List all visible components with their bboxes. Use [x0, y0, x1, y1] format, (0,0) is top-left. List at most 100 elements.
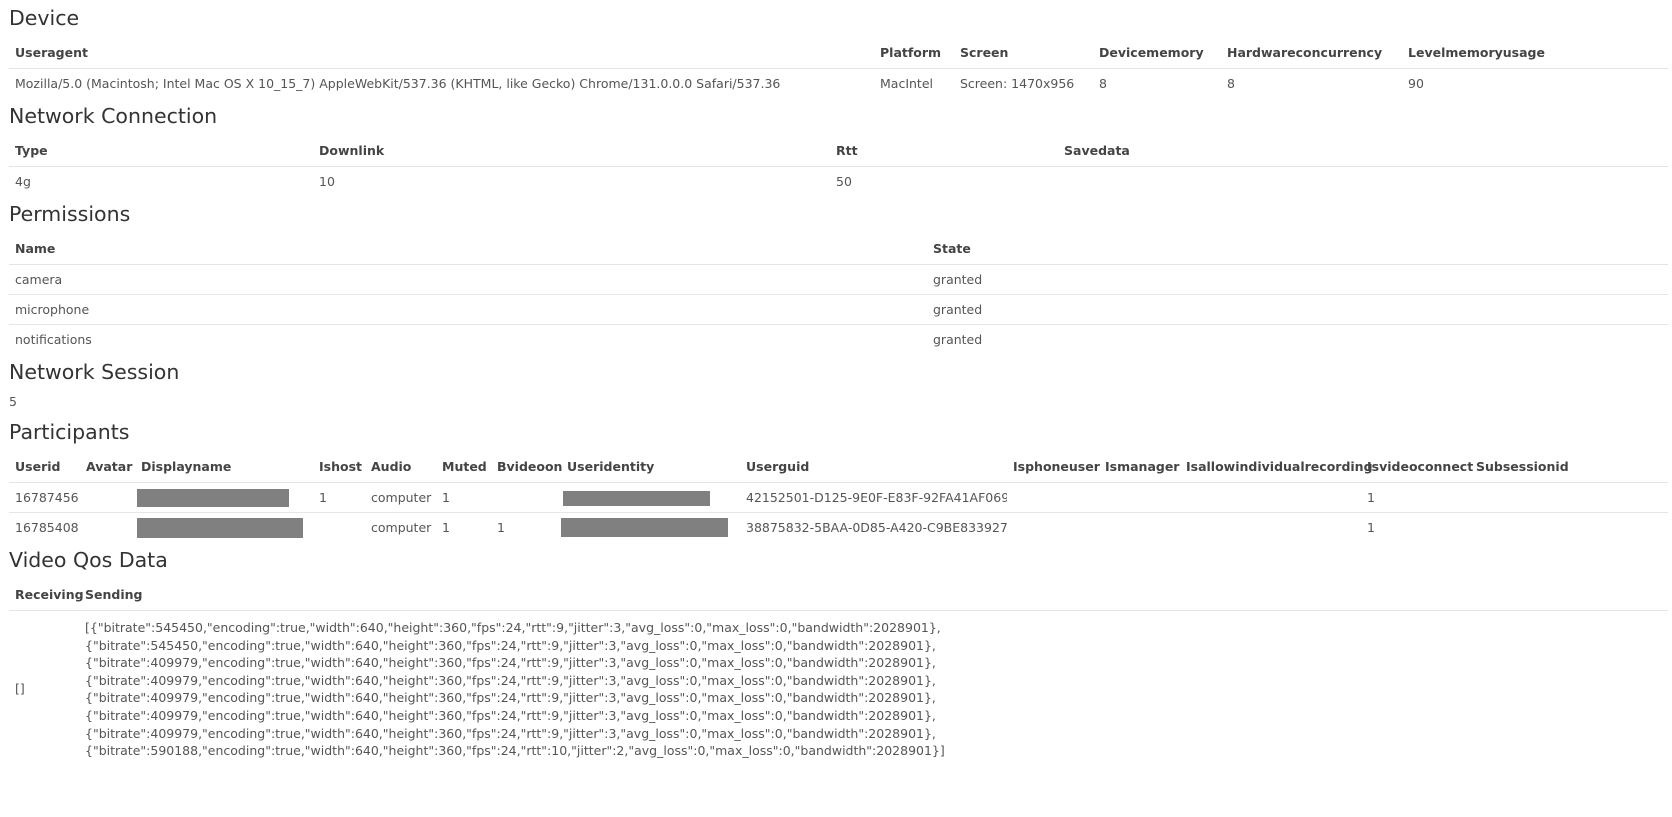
column-header-avatar: Avatar	[80, 450, 135, 483]
column-header-isphoneuser: Isphoneuser	[1007, 450, 1100, 483]
column-header-muted: Muted	[436, 450, 491, 483]
permission-name: microphone	[9, 294, 927, 325]
table-row: 16787456 1 computer 1 42152501-D125-9E0F…	[9, 482, 1668, 513]
column-header-platform: Platform	[874, 36, 954, 69]
audio-value: computer	[371, 520, 432, 535]
table-row: [] [{"bitrate":545450,"encoding":true,"w…	[9, 611, 1668, 766]
type-value: 4g	[15, 174, 31, 189]
devicememory-value: 8	[1099, 76, 1107, 91]
column-header-useragent: Useragent	[9, 36, 874, 69]
sending-value: [{"bitrate":545450,"encoding":true,"widt…	[85, 620, 945, 759]
muted-value: 1	[442, 520, 450, 535]
table-row: 4g 10 50	[9, 167, 1668, 197]
hardwareconcurrency-value: 8	[1227, 76, 1235, 91]
subsessionid-value	[1470, 482, 1668, 513]
column-header-displayname: Displayname	[135, 450, 313, 483]
participants-section-title: Participants	[9, 420, 130, 444]
redaction-block	[137, 488, 289, 507]
displayname-value	[135, 513, 365, 543]
userguid-value: 38875832-5BAA-0D85-A420-C9BE83392748	[746, 520, 1007, 535]
table-row: Mozilla/5.0 (Macintosh; Intel Mac OS X 1…	[9, 69, 1668, 99]
isallowindividualrecording-value	[1180, 482, 1361, 513]
avatar-value	[80, 482, 135, 513]
table-row: microphone granted	[9, 294, 1668, 325]
column-header-ismanager: Ismanager	[1099, 450, 1180, 483]
isallowindividualrecording-value	[1180, 513, 1361, 543]
participants-table: Userid Avatar Displayname Ishost Audio M…	[9, 450, 1668, 542]
device-table: Useragent Platform Screen Devicememory H…	[9, 36, 1668, 98]
audio-value: computer	[365, 482, 436, 513]
ismanager-value	[1099, 482, 1180, 513]
column-header-bvideoon: Bvideoon	[491, 450, 562, 483]
table-header-row: Useragent Platform Screen Devicememory H…	[9, 36, 1668, 69]
avatar-value	[80, 513, 135, 543]
isphoneuser-value	[1007, 482, 1099, 513]
isvideoconnect-value: 1	[1361, 482, 1470, 513]
permission-state: granted	[927, 264, 1668, 295]
userid-value: 16787456	[9, 482, 80, 513]
column-header-subsessionid: Subsessionid	[1470, 450, 1668, 483]
ishost-value: 1	[313, 482, 365, 513]
subsessionid-value	[1470, 513, 1668, 543]
ismanager-value	[1099, 513, 1180, 543]
network-connection-table: Type Downlink Rtt Savedata 4g 10 50	[9, 134, 1668, 196]
isphoneuser-value	[1007, 513, 1099, 543]
column-header-userid: Userid	[9, 450, 80, 483]
column-header-userguid: Userguid	[740, 450, 1007, 483]
column-header-isvideoconnect: Isvideoconnect	[1361, 450, 1473, 483]
platform-value: MacIntel	[880, 76, 933, 91]
useridentity-value	[561, 482, 740, 513]
permissions-table: Name State camera granted microphone gra…	[9, 232, 1668, 354]
column-header-isallowindividualrecording: Isallowindividualrecording	[1180, 450, 1373, 483]
permission-name: camera	[9, 264, 927, 295]
displayname-value	[135, 482, 313, 513]
network-session-section-title: Network Session	[9, 360, 180, 384]
column-header-levelmemoryusage: Levelmemoryusage	[1402, 36, 1668, 69]
permissions-section-title: Permissions	[9, 202, 131, 226]
table-header-row: Receiving Sending	[9, 578, 1668, 611]
table-header-row: Type Downlink Rtt Savedata	[9, 134, 1668, 167]
column-header-state: State	[927, 232, 1668, 265]
table-row: 16785408 computer 1 1 38875832-5BAA-0D85…	[9, 513, 1668, 543]
useragent-value: Mozilla/5.0 (Macintosh; Intel Mac OS X 1…	[15, 76, 781, 91]
rtt-value: 50	[836, 174, 852, 189]
column-header-audio: Audio	[365, 450, 436, 483]
redaction-block	[561, 518, 728, 537]
video-qos-section-title: Video Qos Data	[9, 548, 168, 572]
column-header-savedata: Savedata	[1058, 134, 1668, 167]
isvideoconnect-value: 1	[1367, 520, 1375, 535]
muted-value: 1	[436, 482, 491, 513]
redaction-block	[563, 490, 710, 506]
bvideoon-value: 1	[497, 520, 505, 535]
device-section-title: Device	[9, 6, 80, 30]
diagnostics-page: Device Useragent Platform Screen Devicem…	[0, 0, 1672, 766]
table-row: notifications granted	[9, 325, 1668, 355]
column-header-screen: Screen	[954, 36, 1093, 69]
receiving-value: []	[15, 680, 25, 696]
column-header-useridentity: Useridentity	[561, 450, 740, 483]
column-header-receiving: Receiving	[9, 578, 84, 611]
column-header-sending: Sending	[79, 578, 1668, 611]
useridentity-value	[561, 513, 740, 543]
column-header-ishost: Ishost	[313, 450, 365, 483]
downlink-value: 10	[319, 174, 335, 189]
permission-state: granted	[933, 332, 983, 347]
userid-value: 16785408	[15, 520, 79, 535]
bvideoon-value	[491, 482, 561, 513]
column-header-rtt: Rtt	[830, 134, 1058, 167]
redaction-block	[137, 517, 303, 538]
column-header-devicememory: Devicememory	[1093, 36, 1221, 69]
column-header-hardwareconcurrency: Hardwareconcurrency	[1221, 36, 1402, 69]
column-header-downlink: Downlink	[313, 134, 830, 167]
network-connection-section-title: Network Connection	[9, 104, 218, 128]
video-qos-table: Receiving Sending [] [{"bitrate":545450,…	[9, 578, 1668, 766]
table-row: camera granted	[9, 264, 1668, 295]
screen-value: Screen: 1470x956	[960, 76, 1075, 91]
column-header-type: Type	[9, 134, 313, 167]
permission-state: granted	[927, 294, 1668, 325]
table-header-row: Name State	[9, 232, 1668, 265]
userguid-value: 42152501-D125-9E0F-E83F-92FA41AF0692	[740, 482, 1007, 513]
table-header-row: Userid Avatar Displayname Ishost Audio M…	[9, 450, 1668, 483]
permission-name: notifications	[15, 332, 92, 347]
column-header-name: Name	[9, 232, 927, 265]
